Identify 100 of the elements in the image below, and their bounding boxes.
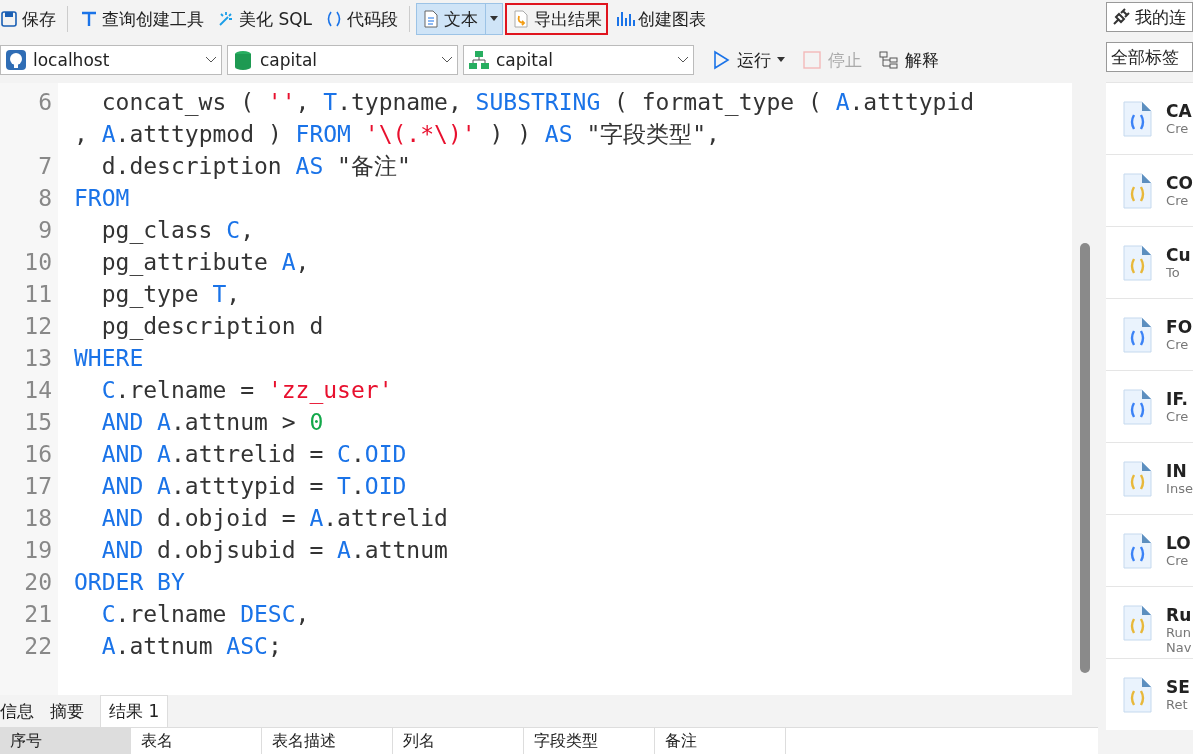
- line-number: 10: [24, 249, 52, 275]
- line-number: 8: [38, 185, 52, 211]
- snippet-title: IF.: [1166, 389, 1189, 409]
- snippet-item[interactable]: IN Inse: [1106, 442, 1193, 514]
- snippet-description: Cre: [1166, 121, 1190, 136]
- snippet-title: CO: [1166, 173, 1193, 193]
- snippet-title: FO: [1166, 317, 1193, 337]
- snippet-title: IN: [1166, 461, 1188, 481]
- snippet-description: Cre: [1166, 553, 1190, 568]
- snippet-item[interactable]: SE Ret: [1106, 658, 1193, 730]
- snippet-title: Cu: [1166, 245, 1191, 265]
- database-icon: [232, 49, 254, 71]
- bar-chart-icon: [615, 9, 636, 29]
- snippet-description: Cre: [1166, 409, 1189, 424]
- snippet-item[interactable]: Cu To: [1106, 226, 1193, 298]
- file-icon: [1123, 677, 1152, 713]
- line-number: 13: [24, 345, 52, 371]
- column-header[interactable]: 字段类型: [524, 728, 655, 754]
- snippet-item[interactable]: LO Cre: [1106, 514, 1193, 586]
- code-line: A.attnum ASC;: [100, 633, 282, 659]
- line-number: 21: [24, 601, 52, 627]
- line-number: 22: [24, 633, 52, 659]
- tag-filter[interactable]: 全部标签: [1106, 42, 1193, 72]
- beautify-button[interactable]: 美化 SQL: [211, 3, 318, 35]
- scrollbar-thumb[interactable]: [1080, 243, 1091, 673]
- snippet-description: To: [1166, 265, 1181, 280]
- code-line: pg_attribute A,: [100, 249, 310, 275]
- line-number: 6: [38, 89, 52, 115]
- line-number: 18: [24, 505, 52, 531]
- snippet-item[interactable]: FO Cre: [1106, 298, 1193, 370]
- connection-button[interactable]: 我的连: [1106, 2, 1193, 32]
- code-line: pg_type T,: [100, 281, 241, 307]
- explain-button[interactable]: 解释: [879, 48, 939, 72]
- line-number: 16: [24, 441, 52, 467]
- file-icon: [1123, 101, 1152, 137]
- code-line: AND d.objsubid = A.attnum: [100, 537, 448, 563]
- file-icon: [1123, 533, 1152, 569]
- file-icon: [1123, 461, 1152, 497]
- play-icon: [711, 50, 731, 70]
- database-select[interactable]: capital: [227, 45, 458, 75]
- line-number: 17: [24, 473, 52, 499]
- snippet-button[interactable]: 代码段: [319, 3, 404, 35]
- line-number: 12: [24, 313, 52, 339]
- code-line: AND A.attrelid = C.OID: [100, 441, 407, 467]
- column-header[interactable]: 表名描述: [262, 728, 393, 754]
- snippet-title: Ru: [1166, 605, 1192, 625]
- snippet-description: Nav: [1166, 640, 1192, 655]
- column-header[interactable]: 表名: [131, 728, 262, 754]
- chart-button[interactable]: 创建图表: [610, 3, 712, 35]
- code-line: C.relname DESC,: [100, 601, 310, 627]
- builder-button[interactable]: 查询创建工具: [74, 3, 209, 35]
- code-line: pg_class C,: [100, 217, 255, 243]
- line-number: 20: [24, 569, 52, 595]
- file-icon: [1123, 173, 1152, 209]
- line-number: 15: [24, 409, 52, 435]
- line-number: 9: [38, 217, 52, 243]
- snippet-description: Inse: [1166, 481, 1193, 496]
- snippet-item[interactable]: Ru Run Nav: [1106, 586, 1193, 658]
- code-line: AND A.atttypid = T.OID: [100, 473, 407, 499]
- result-tab[interactable]: 结果 1: [100, 695, 169, 727]
- snippet-item[interactable]: IF. Cre: [1106, 370, 1193, 442]
- result-tab[interactable]: 摘要: [50, 696, 92, 727]
- tree-icon: [879, 50, 899, 70]
- code-line: , A.atttypmod ) FROM '\(.*\)' ) ) AS "字段类型",: [74, 119, 720, 149]
- save-button[interactable]: 保存: [0, 3, 61, 35]
- line-number: 11: [24, 281, 52, 307]
- schema-icon: [468, 49, 490, 71]
- chevron-down-icon: [205, 56, 217, 64]
- code-line: AND A.attnum > 0: [100, 409, 324, 435]
- plug-icon: [1111, 7, 1132, 27]
- file-icon: [1123, 317, 1152, 353]
- schema-select[interactable]: capital: [463, 45, 694, 75]
- run-button[interactable]: 运行: [711, 48, 785, 72]
- file-icon: [1123, 605, 1152, 641]
- line-number: 7: [38, 153, 52, 179]
- snippet-item[interactable]: CO Cre: [1106, 154, 1193, 226]
- column-header[interactable]: 序号: [0, 728, 131, 754]
- snippet-title: SE: [1166, 677, 1190, 697]
- chevron-down-icon: [677, 56, 689, 64]
- result-tab[interactable]: 信息: [0, 696, 42, 727]
- file-icon: [1123, 389, 1152, 425]
- snippet-item[interactable]: CA Cre: [1106, 82, 1193, 154]
- snippet-title: CA: [1166, 101, 1192, 121]
- code-line: concat_ws ( '', T.typname, SUBSTRING ( format_type ( A.atttypid: [100, 89, 975, 115]
- column-header[interactable]: 备注: [655, 728, 786, 754]
- code-line: C.relname = 'zz_user': [100, 377, 393, 403]
- code-line: ORDER BY: [74, 569, 185, 595]
- code-line: FROM: [74, 185, 130, 211]
- code-line: pg_description d: [100, 313, 324, 339]
- file-icon: [1123, 245, 1152, 281]
- snippet-description: Run: [1166, 625, 1192, 640]
- snippet-description: Cre: [1166, 337, 1190, 352]
- export-button[interactable]: 导出结果: [505, 3, 609, 35]
- code-editor[interactable]: [0, 83, 1099, 695]
- snippet-title: LO: [1166, 533, 1191, 553]
- code-line: d.description AS "备注": [100, 151, 411, 181]
- column-header[interactable]: 列名: [393, 728, 524, 754]
- text-button[interactable]: 文本: [416, 3, 504, 35]
- server-select[interactable]: localhost: [0, 45, 222, 75]
- snippet-description: Ret: [1166, 697, 1189, 712]
